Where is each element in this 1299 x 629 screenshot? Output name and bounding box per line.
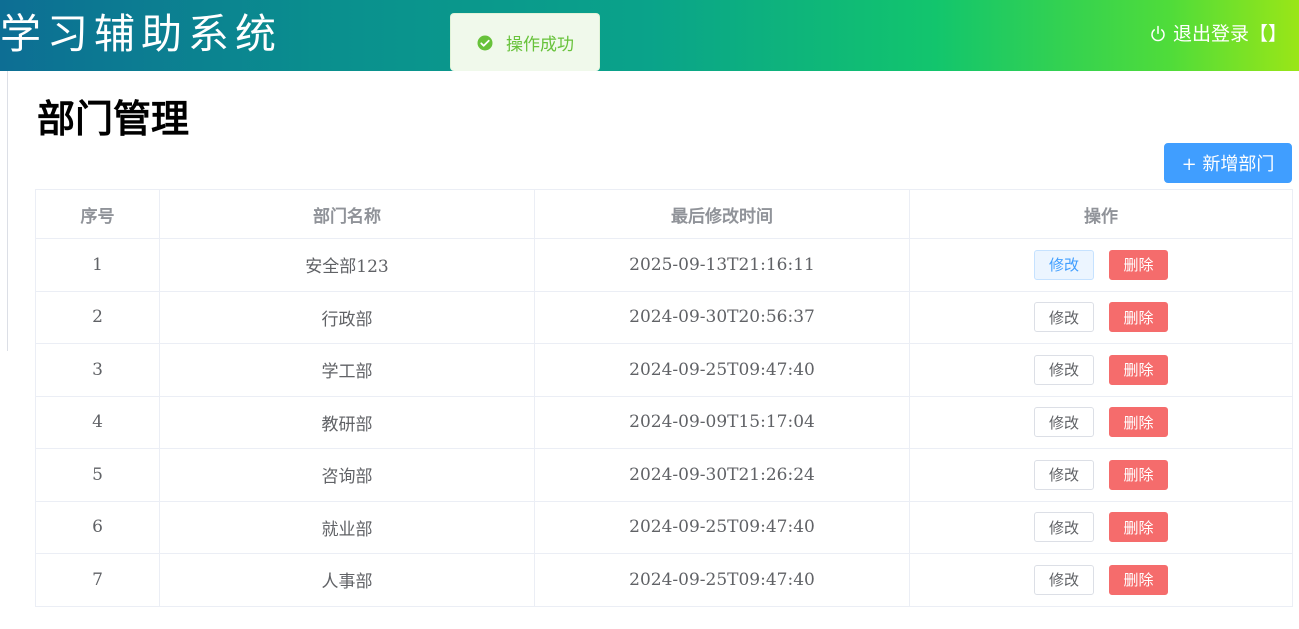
delete-button[interactable]: 删除	[1109, 354, 1168, 385]
delete-button[interactable]: 删除	[1109, 459, 1168, 490]
edit-button[interactable]: 修改	[1034, 564, 1094, 595]
row-index: 6	[35, 500, 160, 554]
delete-button[interactable]: 删除	[1109, 512, 1168, 543]
row-actions: 修改 删除	[909, 238, 1293, 292]
row-updated: 2024-09-09T15:17:04	[534, 395, 910, 449]
table-row: 5 咨询部 2024-09-30T21:26:24 修改 删除	[35, 448, 1293, 502]
row-actions: 修改 删除	[909, 448, 1293, 502]
power-icon	[1151, 25, 1165, 42]
table-row: 1 安全部123 2025-09-13T21:16:11 修改 删除	[35, 238, 1293, 292]
row-index: 7	[35, 553, 160, 607]
logout-button[interactable]: 退出登录【】	[1149, 20, 1287, 48]
row-name: 安全部123	[159, 238, 535, 292]
header-index: 序号	[35, 189, 160, 239]
add-department-button[interactable]: + 新增部门	[1164, 143, 1292, 183]
row-index: 2	[35, 290, 160, 344]
table-row: 4 教研部 2024-09-09T15:17:04 修改 删除	[35, 395, 1293, 449]
header-updated: 最后修改时间	[534, 189, 910, 239]
row-actions: 修改 删除	[909, 290, 1293, 344]
row-index: 1	[35, 238, 160, 292]
table-row: 7 人事部 2024-09-25T09:47:40 修改 删除	[35, 553, 1293, 607]
row-actions: 修改 删除	[909, 553, 1293, 607]
edit-button[interactable]: 修改	[1034, 407, 1094, 438]
table-header-row: 序号 部门名称 最后修改时间 操作	[35, 189, 1293, 239]
edit-button[interactable]: 修改	[1034, 249, 1094, 280]
header-name: 部门名称	[159, 189, 535, 239]
row-updated: 2025-09-13T21:16:11	[534, 238, 910, 292]
check-circle-icon	[477, 35, 493, 50]
app-title: 学习辅助系统	[0, 10, 282, 58]
row-updated: 2024-09-25T09:47:40	[534, 343, 910, 397]
row-actions: 修改 删除	[909, 500, 1293, 554]
department-table: 序号 部门名称 最后修改时间 操作 1 安全部123 2025-09-13T21…	[35, 189, 1293, 607]
edit-button[interactable]: 修改	[1034, 512, 1094, 543]
row-index: 5	[35, 448, 160, 502]
header-actions: 操作	[909, 189, 1293, 239]
logout-label: 退出登录【】	[1172, 23, 1287, 45]
toast-message: 操作成功	[506, 35, 574, 55]
table-row: 6 就业部 2024-09-25T09:47:40 修改 删除	[35, 500, 1293, 554]
table-row: 2 行政部 2024-09-30T20:56:37 修改 删除	[35, 290, 1293, 344]
row-name: 教研部	[159, 395, 535, 449]
row-updated: 2024-09-30T21:26:24	[534, 448, 910, 502]
row-actions: 修改 删除	[909, 395, 1293, 449]
delete-button[interactable]: 删除	[1109, 249, 1168, 280]
success-toast: 操作成功	[450, 13, 600, 71]
table-row: 3 学工部 2024-09-25T09:47:40 修改 删除	[35, 343, 1293, 397]
edit-button[interactable]: 修改	[1034, 459, 1094, 490]
row-updated: 2024-09-25T09:47:40	[534, 553, 910, 607]
row-name: 行政部	[159, 290, 535, 344]
delete-button[interactable]: 删除	[1109, 302, 1168, 333]
row-name: 人事部	[159, 553, 535, 607]
row-index: 3	[35, 343, 160, 397]
row-name: 咨询部	[159, 448, 535, 502]
row-updated: 2024-09-30T20:56:37	[534, 290, 910, 344]
edit-button[interactable]: 修改	[1034, 302, 1094, 333]
row-actions: 修改 删除	[909, 343, 1293, 397]
row-name: 就业部	[159, 500, 535, 554]
page-title: 部门管理	[37, 96, 190, 141]
row-index: 4	[35, 395, 160, 449]
top-header: 学习辅助系统 退出登录【】	[0, 0, 1299, 71]
edit-button[interactable]: 修改	[1034, 354, 1094, 385]
row-name: 学工部	[159, 343, 535, 397]
row-updated: 2024-09-25T09:47:40	[534, 500, 910, 554]
delete-button[interactable]: 删除	[1109, 564, 1168, 595]
delete-button[interactable]: 删除	[1109, 407, 1168, 438]
sidebar-divider	[7, 71, 8, 351]
add-department-label: + 新增部门	[1181, 154, 1275, 175]
